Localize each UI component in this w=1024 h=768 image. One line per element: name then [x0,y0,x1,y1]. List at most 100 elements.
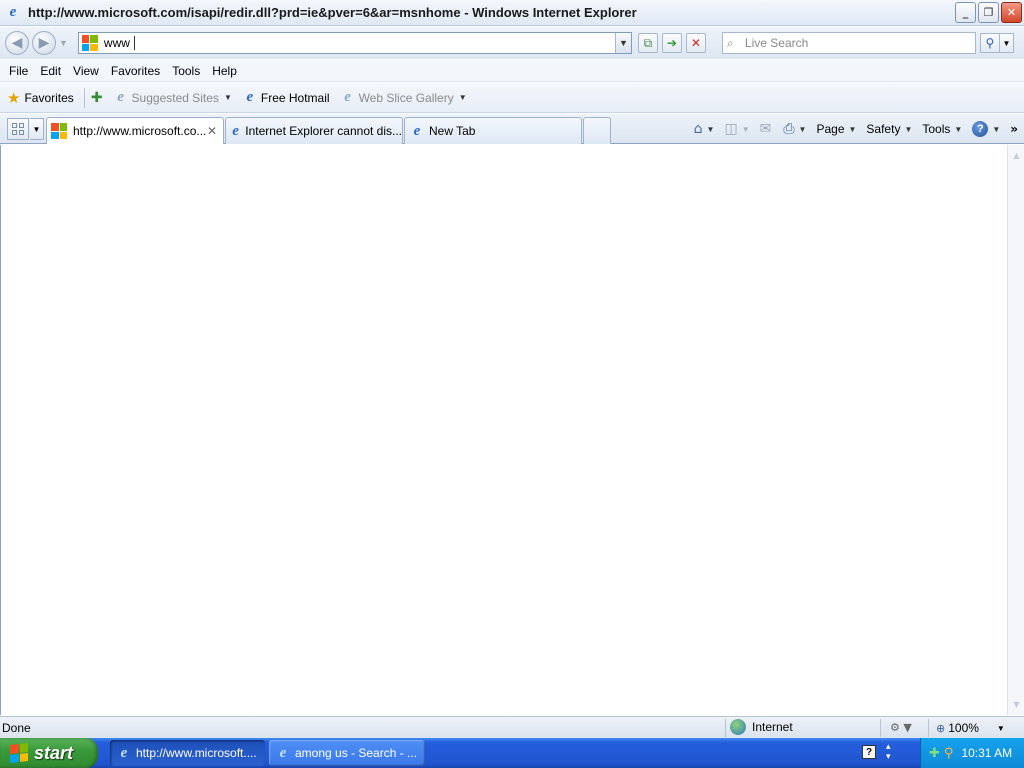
tab-label: http://www.microsoft.co... [73,124,207,138]
search-provider-icon: ⌕ [726,35,734,50]
page-menu-button[interactable]: Page [816,122,844,136]
stop-x-icon: ✕ [690,36,701,50]
ie-page-icon: e [344,89,351,105]
search-options-dropdown[interactable]: ▼ [999,33,1014,53]
search-icon[interactable]: ⚲ [944,746,954,761]
status-bar: Done Internet ⚙ ▼ ⊕ 100% ▼ [0,716,1024,738]
language-bar-icon[interactable]: ▴ ▾ [886,742,891,762]
web-slice-gallery-label: Web Slice Gallery [358,90,454,105]
ie-icon: e [120,744,128,761]
chevron-down-icon[interactable]: ▼ [799,125,807,134]
windows-logo-icon [81,35,98,51]
address-dropdown-button[interactable]: ▼ [614,33,631,53]
text-cursor-icon [133,36,135,50]
tab-ie-cannot-display[interactable]: e Internet Explorer cannot dis... [225,117,403,144]
title-bar: e http://www.microsoft.com/isapi/redir.d… [0,0,1024,26]
system-tray: ✚ ⚲ 10:31 AM [920,738,1024,768]
tab-microsoft[interactable]: http://www.microsoft.co... ✕ [46,117,224,144]
safety-menu-button[interactable]: Safety [866,122,900,136]
free-hotmail-link[interactable]: e Free Hotmail [242,89,330,106]
taskbar: start e http://www.microsoft.... e among… [0,738,1024,768]
favorites-star-icon: ★ [7,88,21,107]
chevron-down-icon[interactable]: ▼ [742,125,750,134]
help-icon[interactable]: ? [972,121,989,137]
protected-mode-icon[interactable]: ⚙ ▼ [890,721,912,734]
close-tab-icon[interactable]: ✕ [207,124,217,138]
feeds-icon[interactable]: ◫ [724,121,737,137]
taskbar-button-label: among us - Search - ... [295,746,418,760]
taskbar-button-ie-search[interactable]: e among us - Search - ... [269,740,425,766]
menu-favorites[interactable]: Favorites [111,64,160,78]
chevron-down-icon[interactable]: ▼ [997,724,1005,733]
clock[interactable]: 10:31 AM [961,746,1012,760]
zoom-level: 100% [948,721,979,735]
quick-tabs-button[interactable] [7,118,29,140]
chevron-down-icon[interactable]: ▼ [459,93,467,102]
scroll-down-icon[interactable]: ▼ [1010,698,1023,711]
chevron-down-icon[interactable]: ▼ [904,125,912,134]
tab-label: Internet Explorer cannot dis... [245,124,402,138]
search-button[interactable]: ⚲ [979,33,1000,53]
minimize-button[interactable]: _ [955,2,976,23]
menu-help[interactable]: Help [212,64,237,78]
page-content[interactable] [0,145,1007,715]
new-tab-button[interactable] [583,117,611,144]
search-icon: ⚲ [985,36,995,50]
more-commands-chevron-icon[interactable]: » [1010,122,1018,136]
forward-button[interactable]: ▶ [32,31,56,55]
go-button[interactable]: ➔ [661,33,682,53]
chevron-down-icon[interactable]: ▼ [992,125,1000,134]
ie-page-icon: e [246,89,254,105]
ie-icon: e [232,122,239,139]
zoom-icon: ⊕ [936,721,946,735]
tab-list-dropdown[interactable]: ▼ [30,118,44,140]
chevron-down-icon[interactable]: ▼ [954,125,962,134]
home-icon[interactable]: ⌂ [694,121,703,137]
status-text: Done [2,721,31,735]
suggested-sites-link[interactable]: e Suggested Sites ▼ [113,89,232,106]
go-arrow-icon: ➔ [666,36,677,50]
forward-arrow-icon: ▶ [38,35,50,51]
menu-edit[interactable]: Edit [40,64,61,78]
stop-button[interactable]: ✕ [685,33,706,53]
menu-file[interactable]: File [9,64,28,78]
search-box[interactable]: ⌕ Live Search [721,32,976,54]
ie-app-icon: e [9,4,17,20]
chevron-down-icon[interactable]: ▼ [707,125,715,134]
vertical-scrollbar[interactable]: ▲ ▼ [1007,145,1024,715]
recent-pages-dropdown[interactable]: ▼ [59,38,68,48]
zoom-control[interactable]: ⊕ 100% ▼ [936,721,1005,735]
help-icon[interactable]: ? [862,745,876,759]
windows-logo-icon [51,123,67,139]
zone-label: Internet [752,720,793,734]
suggested-sites-label: Suggested Sites [131,90,219,105]
search-input[interactable]: Live Search [745,36,808,50]
compatibility-view-button[interactable]: ⧉ [637,33,658,53]
back-button[interactable]: ◀ [5,31,29,55]
tab-new-tab[interactable]: e New Tab [404,117,582,144]
back-arrow-icon: ◀ [11,35,23,51]
start-button[interactable]: start [0,738,98,768]
print-icon[interactable]: ⎙ [783,121,794,137]
address-box[interactable]: www ▼ [77,32,632,54]
chevron-down-icon[interactable]: ▼ [849,125,857,134]
tab-label: New Tab [429,124,476,138]
tools-menu-button[interactable]: Tools [922,122,950,136]
favorites-bar: ★ Favorites ✚ e Suggested Sites ▼ e Free… [0,83,1024,113]
read-mail-icon[interactable]: ✉ [760,121,772,137]
menu-view[interactable]: View [73,64,99,78]
security-zone[interactable]: Internet [730,719,793,735]
close-button[interactable]: ✕ [1001,2,1022,23]
restore-button[interactable]: ❐ [978,2,999,23]
address-input[interactable]: www [104,36,130,50]
web-slice-gallery-link[interactable]: e Web Slice Gallery ▼ [340,89,467,106]
taskbar-button-ie-microsoft[interactable]: e http://www.microsoft.... [110,740,265,766]
network-icon[interactable]: ✚ [929,746,940,761]
tab-bar: ▼ http://www.microsoft.co... ✕ e Interne… [0,114,1024,144]
add-to-favorites-bar-icon[interactable]: ✚ [91,90,103,106]
scroll-up-icon[interactable]: ▲ [1010,149,1023,162]
chevron-down-icon[interactable]: ▼ [224,93,232,102]
favorites-button[interactable]: Favorites [24,91,73,105]
menu-tools[interactable]: Tools [172,64,200,78]
start-label: start [34,742,74,763]
